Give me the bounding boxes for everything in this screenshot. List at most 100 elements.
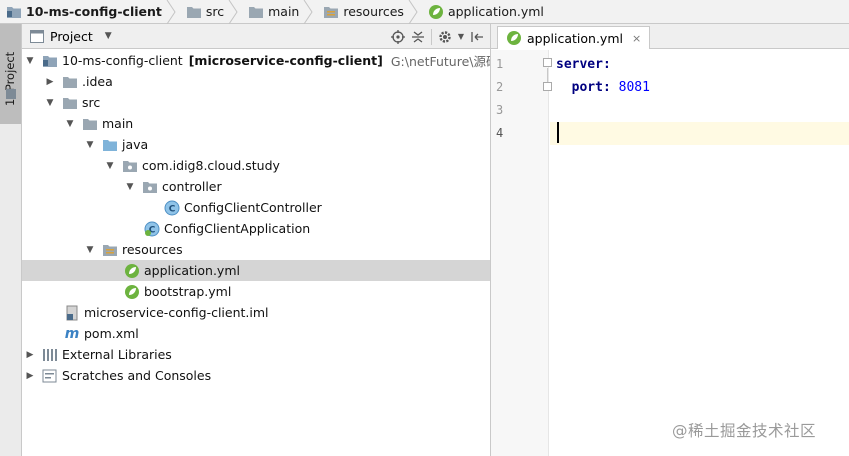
breadcrumb-separator: [228, 0, 238, 24]
editor-tab-bar: application.yml ×: [491, 24, 849, 49]
tree-node-label: bootstrap.yml: [144, 284, 232, 299]
breadcrumb-separator: [303, 0, 313, 24]
tree-node-external-libraries[interactable]: ▶ External Libraries: [22, 344, 490, 365]
chevron-right-icon[interactable]: ▶: [44, 76, 56, 88]
line-number: 2: [496, 80, 504, 94]
project-panel-header: Project ▼ ▼: [22, 24, 490, 49]
tree-node-resources[interactable]: ▼ resources: [22, 239, 490, 260]
chevron-right-icon[interactable]: ▶: [24, 370, 36, 382]
line-number: 3: [496, 103, 504, 117]
code-line[interactable]: port: 8081: [550, 76, 849, 99]
spring-class-icon: C: [144, 221, 160, 236]
tree-node-path: G:\netFuture\源码\『互联: [390, 54, 490, 69]
iml-file-icon: [66, 305, 78, 320]
chevron-down-icon[interactable]: ▼: [64, 118, 76, 130]
chevron-down-icon[interactable]: ▼: [84, 139, 96, 151]
tree-node-application-class[interactable]: C ConfigClientApplication: [22, 218, 490, 239]
breadcrumb-file[interactable]: application.yml: [422, 0, 548, 24]
folder-icon: [249, 6, 264, 18]
chevron-down-icon[interactable]: ▼: [44, 97, 56, 109]
line-number: 4: [496, 126, 504, 140]
tree-node-iml[interactable]: microservice-config-client.iml: [22, 302, 490, 323]
tree-node-controller-package[interactable]: ▼ controller: [22, 176, 490, 197]
breadcrumb-src[interactable]: src: [180, 0, 242, 24]
breadcrumb-resources[interactable]: resources: [317, 0, 422, 24]
spring-leaf-icon: [507, 31, 521, 45]
tree-node-bootstrap-yml[interactable]: bootstrap.yml: [22, 281, 490, 302]
resources-folder-icon: [324, 6, 339, 18]
chevron-down-icon[interactable]: ▼: [124, 181, 136, 193]
breadcrumb-label: resources: [343, 4, 404, 19]
settings-dropdown-icon[interactable]: ▼: [458, 32, 464, 41]
watermark: @稀土掘金技术社区: [672, 422, 817, 440]
breadcrumb-label: 10-ms-config-client: [26, 4, 162, 19]
tree-node-scratches[interactable]: ▶ Scratches and Consoles: [22, 365, 490, 386]
package-icon: [143, 181, 157, 193]
class-icon: C: [164, 200, 180, 215]
module-folder-icon: [43, 55, 57, 67]
resources-folder-icon: [103, 244, 117, 256]
toolbar-separator: [430, 28, 432, 45]
tree-node-controller-class[interactable]: C ConfigClientController: [22, 197, 490, 218]
settings-icon[interactable]: [438, 30, 452, 44]
code-line-current[interactable]: [550, 122, 849, 145]
libraries-icon: [43, 348, 57, 361]
breadcrumb-label: src: [205, 4, 225, 19]
tree-node-label: ConfigClientController: [184, 200, 322, 215]
project-view-selector[interactable]: Project ▼: [30, 29, 112, 44]
tree-node-application-yml[interactable]: application.yml: [22, 260, 490, 281]
navigation-bar: 10-ms-config-client src main resources a…: [0, 0, 849, 24]
spring-leaf-icon: [125, 284, 139, 299]
folder-icon: [83, 118, 97, 130]
tree-node-label: main: [102, 116, 134, 131]
editor-tab-application-yml[interactable]: application.yml ×: [497, 26, 651, 49]
chevron-down-icon[interactable]: ▼: [84, 244, 96, 256]
code-line[interactable]: [550, 99, 849, 122]
scratches-icon: [42, 369, 57, 382]
tree-node-label: application.yml: [144, 263, 240, 278]
chevron-right-icon[interactable]: ▶: [24, 349, 36, 361]
tree-node-idea[interactable]: ▶ .idea: [22, 71, 490, 92]
code-line[interactable]: server:: [550, 53, 849, 76]
tree-node-module-name: [microservice-config-client]: [188, 53, 383, 68]
project-view-icon: [30, 29, 44, 43]
chevron-down-icon: ▼: [104, 31, 112, 41]
tree-node-package[interactable]: ▼ com.idig8.cloud.study: [22, 155, 490, 176]
tree-node-label: java: [122, 137, 149, 152]
breadcrumb-separator: [408, 0, 418, 24]
hide-icon[interactable]: [470, 30, 484, 44]
project-tab-icon: [6, 89, 16, 99]
spring-leaf-icon: [125, 263, 139, 278]
tree-node-label: src: [82, 95, 101, 110]
tree-node-src[interactable]: ▼ src: [22, 92, 490, 113]
fold-marker-icon[interactable]: [543, 58, 552, 67]
chevron-down-icon[interactable]: ▼: [24, 55, 36, 67]
tree-node-java[interactable]: ▼ java: [22, 134, 490, 155]
locate-icon[interactable]: [390, 29, 405, 44]
tree-node-label: .idea: [82, 74, 113, 89]
fold-marker-icon[interactable]: [543, 82, 552, 91]
tree-node-label: pom.xml: [84, 326, 139, 341]
breadcrumb-module[interactable]: 10-ms-config-client: [0, 0, 180, 24]
tree-node-label: External Libraries: [62, 347, 172, 362]
svg-text:C: C: [169, 204, 176, 214]
fold-guide: [547, 68, 548, 82]
folder-icon: [63, 97, 77, 109]
tree-node-pom[interactable]: m pom.xml: [22, 323, 490, 344]
collapse-all-icon[interactable]: [411, 30, 425, 44]
tree-node-module[interactable]: ▼ 10-ms-config-client [microservice-conf…: [22, 50, 490, 71]
tree-node-label: controller: [162, 179, 222, 194]
tree-node-label: ConfigClientApplication: [164, 221, 311, 236]
line-number: 1: [496, 57, 504, 71]
tree-node-main[interactable]: ▼ main: [22, 113, 490, 134]
tree-node-label: Scratches and Consoles: [62, 368, 212, 383]
chevron-down-icon[interactable]: ▼: [104, 160, 116, 172]
project-panel-title: Project: [50, 28, 93, 44]
close-icon[interactable]: ×: [632, 32, 641, 45]
project-tool-window-tab[interactable]: 1: Project: [0, 24, 21, 124]
project-panel-toolbar: ▼: [390, 24, 484, 49]
project-tree: ▼ 10-ms-config-client [microservice-conf…: [22, 50, 490, 456]
breadcrumb-main[interactable]: main: [242, 0, 317, 24]
tool-window-stripe: 1: Project: [0, 24, 22, 456]
folder-icon: [63, 76, 77, 88]
